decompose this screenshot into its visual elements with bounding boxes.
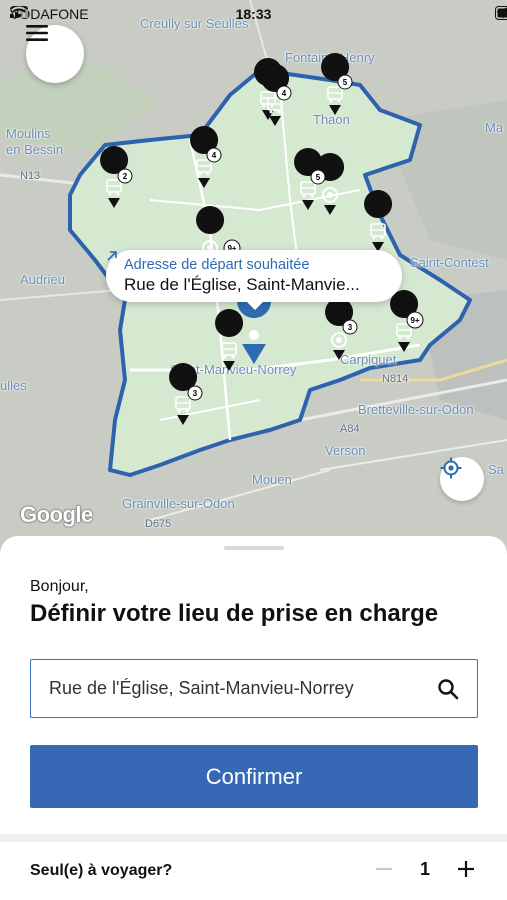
stop-count: 5 bbox=[316, 173, 321, 182]
google-logo: Google bbox=[20, 502, 93, 527]
battery-icon bbox=[495, 6, 507, 20]
minus-icon bbox=[376, 867, 392, 871]
increment-button[interactable] bbox=[455, 858, 477, 880]
locate-me-button[interactable] bbox=[440, 457, 484, 501]
greeting-text: Bonjour, bbox=[30, 578, 89, 595]
decrement-button[interactable] bbox=[373, 858, 395, 880]
menu-icon bbox=[26, 25, 48, 41]
confirm-button[interactable]: Confirmer bbox=[30, 745, 478, 808]
page-title: Définir votre lieu de prise en charge bbox=[30, 600, 439, 627]
section-divider bbox=[0, 834, 507, 842]
menu-button[interactable] bbox=[26, 25, 84, 83]
plus-icon bbox=[458, 861, 474, 877]
stop-count: 9+ bbox=[410, 316, 419, 325]
bottom-sheet: Bonjour, Définir votre lieu de prise en … bbox=[0, 536, 507, 900]
locate-icon bbox=[440, 457, 462, 479]
pickup-search-box[interactable] bbox=[30, 659, 478, 718]
bus-stop-icon[interactable] bbox=[363, 189, 393, 253]
traveler-count-stepper: 1 bbox=[373, 858, 477, 880]
callout-label: Adresse de départ souhaitée bbox=[124, 257, 310, 273]
stop-count: 5 bbox=[343, 78, 348, 87]
stop-count: 2 bbox=[123, 172, 128, 181]
clock: 18:33 bbox=[235, 6, 272, 22]
callout-address: Rue de l'Église, Saint-Manvie... bbox=[124, 275, 360, 294]
external-link-icon bbox=[107, 251, 117, 261]
stop-count: 3 bbox=[193, 389, 198, 398]
stop-count: 3 bbox=[348, 323, 353, 332]
departure-address-callout[interactable]: Adresse de départ souhaitée Rue de l'Égl… bbox=[106, 250, 402, 310]
search-icon[interactable] bbox=[437, 678, 459, 700]
traveler-label: Seul(e) à voyager? bbox=[30, 862, 173, 879]
bus-stop-icon[interactable] bbox=[214, 308, 244, 372]
stop-count: 4 bbox=[212, 151, 217, 160]
status-bar: VODAFONE 18:33 bbox=[0, 0, 507, 28]
sheet-grabber[interactable] bbox=[224, 546, 284, 550]
traveler-count: 1 bbox=[419, 858, 430, 879]
map-view[interactable]: Creully sur Seulles Fontaine-Henry Thaon… bbox=[0, 0, 507, 560]
pickup-address-input[interactable] bbox=[49, 678, 429, 699]
stop-count: 4 bbox=[282, 89, 287, 98]
